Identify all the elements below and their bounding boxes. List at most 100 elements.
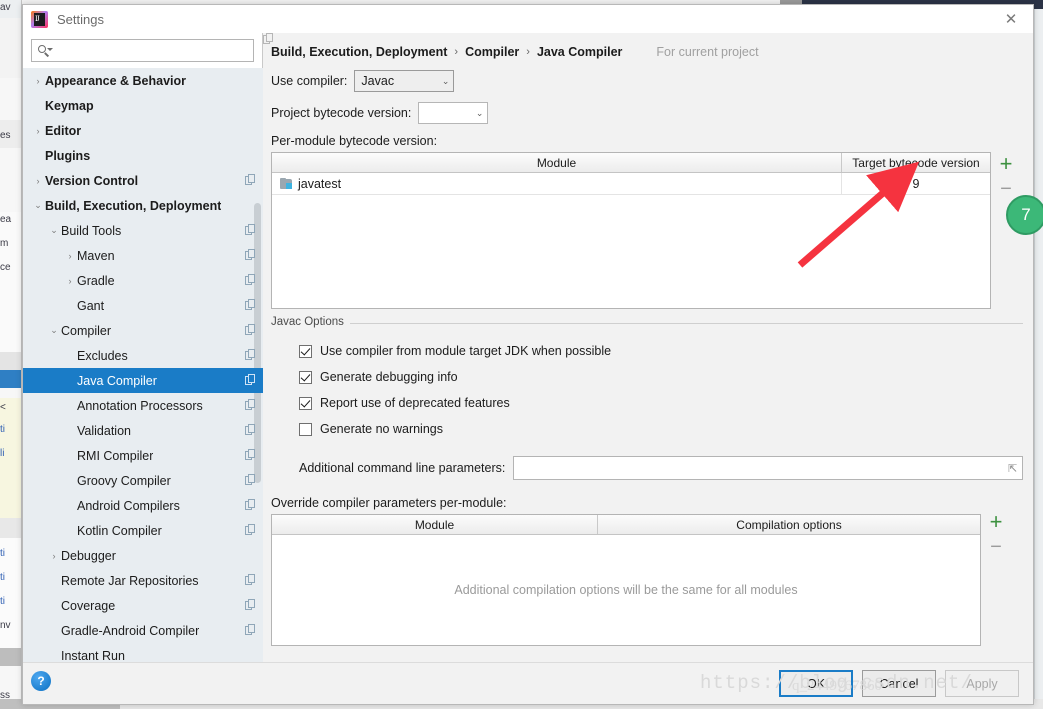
chevron-right-icon[interactable]: ›	[31, 126, 45, 136]
add-module-button[interactable]: +	[1000, 154, 1013, 180]
sidebar-item-gradle[interactable]: ›Gradle	[23, 268, 263, 293]
help-button[interactable]: ?	[31, 671, 51, 691]
module-name: javatest	[298, 177, 341, 191]
close-icon[interactable]: ✕	[989, 5, 1033, 33]
sidebar-item-label: Instant Run	[61, 649, 125, 663]
sidebar-item-annotation-processors[interactable]: Annotation Processors	[23, 393, 263, 418]
sidebar-item-version-control[interactable]: ›Version Control	[23, 168, 263, 193]
sidebar-item-coverage[interactable]: Coverage	[23, 593, 263, 618]
chevron-right-icon[interactable]: ›	[47, 551, 61, 561]
copy-settings-icon[interactable]	[245, 274, 256, 286]
sidebar-item-validation[interactable]: Validation	[23, 418, 263, 443]
chevron-down-icon: ⌄	[442, 76, 450, 87]
javac-option-label: Generate debugging info	[320, 370, 458, 384]
copy-settings-icon[interactable]	[245, 374, 256, 386]
additional-params-field[interactable]: ⇱	[513, 456, 1023, 480]
settings-sidebar: ›Appearance & BehaviorKeymap›EditorPlugi…	[23, 33, 263, 664]
chevron-right-icon[interactable]: ›	[31, 76, 45, 86]
sidebar-item-keymap[interactable]: Keymap	[23, 93, 263, 118]
chevron-down-icon[interactable]: ⌄	[47, 325, 61, 336]
copy-settings-icon[interactable]	[245, 299, 256, 311]
column-header-compilation-options[interactable]: Compilation options	[598, 515, 980, 534]
copy-settings-icon[interactable]	[245, 249, 256, 261]
project-bytecode-select[interactable]: ⌄	[418, 102, 488, 124]
copy-settings-icon[interactable]	[245, 599, 256, 611]
copy-settings-icon[interactable]	[245, 399, 256, 411]
sidebar-item-remote-jar-repositories[interactable]: Remote Jar Repositories	[23, 568, 263, 593]
copy-settings-icon[interactable]	[245, 624, 256, 636]
chevron-right-icon[interactable]: ›	[63, 251, 77, 261]
javac-option-row[interactable]: Generate no warnings	[299, 416, 1023, 442]
checkbox[interactable]	[299, 423, 312, 436]
javac-option-row[interactable]: Report use of deprecated features	[299, 390, 1023, 416]
sidebar-item-label: Java Compiler	[77, 374, 157, 388]
chevron-down-icon[interactable]: ⌄	[31, 200, 45, 211]
search-icon	[37, 44, 51, 58]
breadcrumb-item-1[interactable]: Compiler	[465, 45, 519, 59]
javac-option-row[interactable]: Use compiler from module target JDK when…	[299, 338, 1023, 364]
sidebar-item-label: Build, Execution, Deployment	[45, 199, 221, 213]
sidebar-item-java-compiler[interactable]: Java Compiler	[23, 368, 263, 393]
copy-settings-icon	[640, 46, 651, 58]
remove-override-button[interactable]: −	[990, 538, 1002, 562]
checkbox[interactable]	[299, 371, 312, 384]
override-empty-message: Additional compilation options will be t…	[272, 535, 980, 645]
column-header-target[interactable]: Target bytecode version	[842, 153, 990, 172]
sidebar-item-android-compilers[interactable]: Android Compilers	[23, 493, 263, 518]
copy-settings-icon[interactable]	[245, 499, 256, 511]
copy-settings-icon[interactable]	[245, 324, 256, 336]
copy-settings-icon[interactable]	[245, 474, 256, 486]
column-header-module[interactable]: Module	[272, 515, 598, 534]
column-header-module[interactable]: Module	[272, 153, 842, 172]
copy-settings-icon[interactable]	[245, 524, 256, 536]
use-compiler-value: Javac	[361, 74, 394, 88]
copy-settings-icon[interactable]	[245, 449, 256, 461]
cell-module[interactable]: javatest	[272, 173, 842, 194]
add-override-button[interactable]: +	[990, 512, 1003, 538]
copy-settings-icon[interactable]	[245, 174, 256, 186]
settings-tree[interactable]: ›Appearance & BehaviorKeymap›EditorPlugi…	[23, 68, 263, 664]
sidebar-item-label: Validation	[77, 424, 131, 438]
sidebar-item-gradle-android-compiler[interactable]: Gradle-Android Compiler	[23, 618, 263, 643]
remove-module-button[interactable]: −	[1000, 180, 1012, 204]
copy-settings-icon[interactable]	[245, 224, 256, 236]
dialog-titlebar: IJ Settings ✕	[23, 5, 1033, 33]
override-params-table[interactable]: Module Compilation options Additional co…	[271, 514, 981, 646]
sidebar-item-appearance-behavior[interactable]: ›Appearance & Behavior	[23, 68, 263, 93]
sidebar-item-debugger[interactable]: ›Debugger	[23, 543, 263, 568]
sidebar-item-rmi-compiler[interactable]: RMI Compiler	[23, 443, 263, 468]
sidebar-item-groovy-compiler[interactable]: Groovy Compiler	[23, 468, 263, 493]
sidebar-item-instant-run[interactable]: Instant Run	[23, 643, 263, 664]
sidebar-item-label: Debugger	[61, 549, 116, 563]
sidebar-item-editor[interactable]: ›Editor	[23, 118, 263, 143]
use-compiler-select[interactable]: Javac ⌄	[354, 70, 454, 92]
chevron-down-icon[interactable]: ⌄	[47, 225, 61, 236]
copy-settings-icon[interactable]	[245, 349, 256, 361]
sidebar-item-label: Gradle-Android Compiler	[61, 624, 199, 638]
breadcrumb-item-0[interactable]: Build, Execution, Deployment	[271, 45, 447, 59]
sidebar-item-compiler[interactable]: ⌄Compiler	[23, 318, 263, 343]
screen: av es ea m ce < ti li ti ti ti nv ss IJ …	[0, 0, 1043, 709]
copy-settings-icon[interactable]	[245, 424, 256, 436]
copy-settings-icon[interactable]	[245, 574, 256, 586]
expand-icon[interactable]: ⇱	[1008, 462, 1018, 474]
sidebar-item-kotlin-compiler[interactable]: Kotlin Compiler	[23, 518, 263, 543]
module-bytecode-table[interactable]: Module Target bytecode version javatest …	[271, 152, 991, 309]
sidebar-item-excludes[interactable]: Excludes	[23, 343, 263, 368]
javac-option-row[interactable]: Generate debugging info	[299, 364, 1023, 390]
sidebar-item-plugins[interactable]: Plugins	[23, 143, 263, 168]
chevron-right-icon[interactable]: ›	[63, 276, 77, 286]
override-table-buttons: + −	[981, 510, 1011, 562]
sidebar-item-maven[interactable]: ›Maven	[23, 243, 263, 268]
sidebar-item-gant[interactable]: Gant	[23, 293, 263, 318]
chevron-right-icon[interactable]: ›	[31, 176, 45, 186]
checkbox[interactable]	[299, 345, 312, 358]
search-box[interactable]	[31, 39, 254, 62]
sidebar-item-build-execution-deployment[interactable]: ⌄Build, Execution, Deployment	[23, 193, 263, 218]
notification-badge[interactable]: 7	[1006, 195, 1043, 235]
checkbox[interactable]	[299, 397, 312, 410]
sidebar-item-build-tools[interactable]: ⌄Build Tools	[23, 218, 263, 243]
search-input[interactable]	[54, 43, 248, 59]
table-row[interactable]: javatest 9	[272, 173, 990, 195]
cell-target-bytecode[interactable]: 9	[842, 173, 990, 194]
